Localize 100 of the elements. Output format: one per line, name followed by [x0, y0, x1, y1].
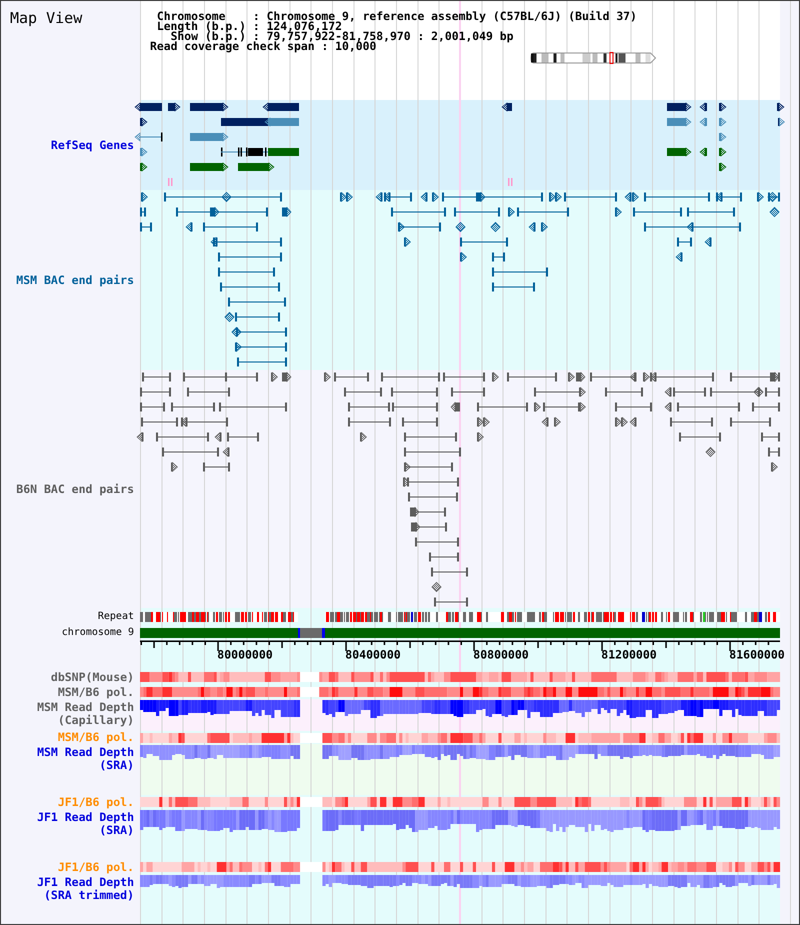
site-marker-icon — [168, 178, 172, 186]
bac-end-pair — [507, 372, 557, 382]
arrowhead-icon — [528, 222, 536, 232]
track-label: chromosome 9 — [62, 626, 134, 638]
bac-end-pair — [237, 358, 287, 366]
bac-end-pair — [492, 252, 505, 262]
gene-feature — [168, 102, 180, 112]
diamond-icon — [705, 446, 716, 458]
block-arrow-icon — [450, 402, 460, 412]
bac-end-pair — [730, 418, 771, 426]
bac-end-pair — [344, 388, 382, 396]
bac-end-pair — [156, 432, 209, 442]
gene-feature — [134, 102, 162, 112]
bac-end-pair — [403, 476, 459, 488]
site-marker-icon — [508, 178, 512, 186]
bac-end-pair — [410, 506, 446, 518]
bac-end-pair — [590, 372, 636, 382]
bac-end-pair — [142, 372, 171, 382]
bac-end-pair — [716, 192, 742, 202]
arrowhead-icon — [360, 432, 367, 442]
bac-end-pair — [443, 372, 485, 382]
gene-feature — [667, 117, 692, 127]
bac-end-pair — [730, 372, 780, 382]
bac-end-pair — [398, 222, 441, 232]
bac-end-pair — [492, 268, 548, 276]
gene-feature — [190, 102, 228, 112]
bac-end-pair — [218, 252, 282, 262]
gene-feature — [262, 102, 299, 112]
diamond-icon — [431, 582, 442, 592]
axis-label: 80000000 — [217, 648, 273, 662]
bac-end-pair — [235, 342, 287, 352]
bac-end-pair — [391, 208, 446, 216]
bac-end-pair — [673, 388, 706, 396]
info-line: Show (b.p.) : 79,757,922-81,758,970 : 2,001,049 bp — [170, 31, 514, 41]
bac-end-pair — [431, 568, 468, 576]
gene-feature — [667, 147, 692, 157]
arrowhead-icon — [568, 372, 575, 382]
arrowhead-icon — [554, 416, 561, 428]
arrowhead-icon — [186, 222, 192, 232]
gene-feature — [778, 117, 785, 127]
bac-end-pair — [228, 298, 286, 306]
bac-end-pair — [543, 402, 586, 412]
diamond-icon — [455, 222, 466, 232]
track-label: JF1 Read Depth (SRA trimmed) — [36, 876, 134, 902]
arrowhead-icon — [141, 192, 148, 202]
diamond-icon — [769, 206, 780, 218]
arrowhead-icon — [492, 372, 499, 382]
block-arrow-icon — [282, 372, 292, 382]
arrowhead-icon — [630, 416, 636, 428]
arrowhead-icon — [676, 252, 682, 262]
arrowhead-icon — [771, 462, 778, 472]
bac-end-pair — [218, 268, 275, 276]
track-label: MSM/B6 pol. — [58, 731, 134, 744]
bac-end-pair — [235, 312, 280, 322]
arrowhead-icon — [664, 386, 672, 398]
bac-end-pair — [605, 388, 643, 396]
bac-end-pair — [434, 598, 468, 606]
arrowhead-icon — [271, 372, 278, 382]
arrowhead-icon — [404, 236, 411, 248]
gene-feature — [700, 102, 707, 112]
bac-end-pair — [768, 448, 780, 456]
bac-end-pair — [219, 402, 287, 412]
bac-end-pair — [460, 238, 508, 246]
bac-end-pair — [140, 402, 165, 412]
arrowhead-icon — [542, 416, 548, 428]
bac-end-pair — [348, 402, 390, 412]
bac-end-pair — [391, 388, 438, 396]
gene-feature — [719, 162, 726, 172]
axis-label: 80400000 — [345, 648, 401, 662]
track-label: MSM/B6 pol. — [58, 686, 134, 698]
track-label: RefSeq Genes — [50, 138, 134, 152]
axis-label: 81200000 — [601, 648, 657, 662]
track-label: JF1 Read Depth (SRA) — [36, 811, 134, 837]
bac-end-pair — [677, 238, 692, 246]
diamond-icon — [490, 222, 501, 232]
gene-feature — [140, 162, 148, 172]
bac-end-pair — [615, 402, 652, 412]
track-label: MSM Read Depth (SRA) — [36, 746, 134, 772]
gene-feature — [140, 147, 148, 157]
arrowhead-icon — [460, 252, 467, 262]
bac-end-pair — [477, 402, 528, 412]
bac-end-pair — [415, 538, 459, 546]
arrowhead-icon — [664, 402, 672, 412]
block-arrow-icon — [282, 206, 292, 218]
bac-end-pair — [140, 388, 171, 396]
bac-end-pair — [187, 388, 230, 396]
bac-end-pair — [140, 222, 152, 232]
bac-end-pair — [404, 462, 453, 472]
bac-end-pair — [454, 208, 500, 216]
bac-end-pair — [203, 462, 230, 472]
bac-end-pair — [231, 326, 287, 338]
arrowhead-icon — [214, 432, 222, 442]
gene-feature — [700, 117, 707, 127]
block-arrow-icon — [576, 372, 586, 382]
bac-end-pair — [404, 448, 461, 456]
bac-end-pair — [171, 402, 215, 412]
bac-end-pair — [517, 208, 569, 216]
arrowhead-icon — [136, 432, 144, 442]
bac-end-pair — [162, 448, 219, 456]
bac-end-pair — [408, 492, 458, 502]
